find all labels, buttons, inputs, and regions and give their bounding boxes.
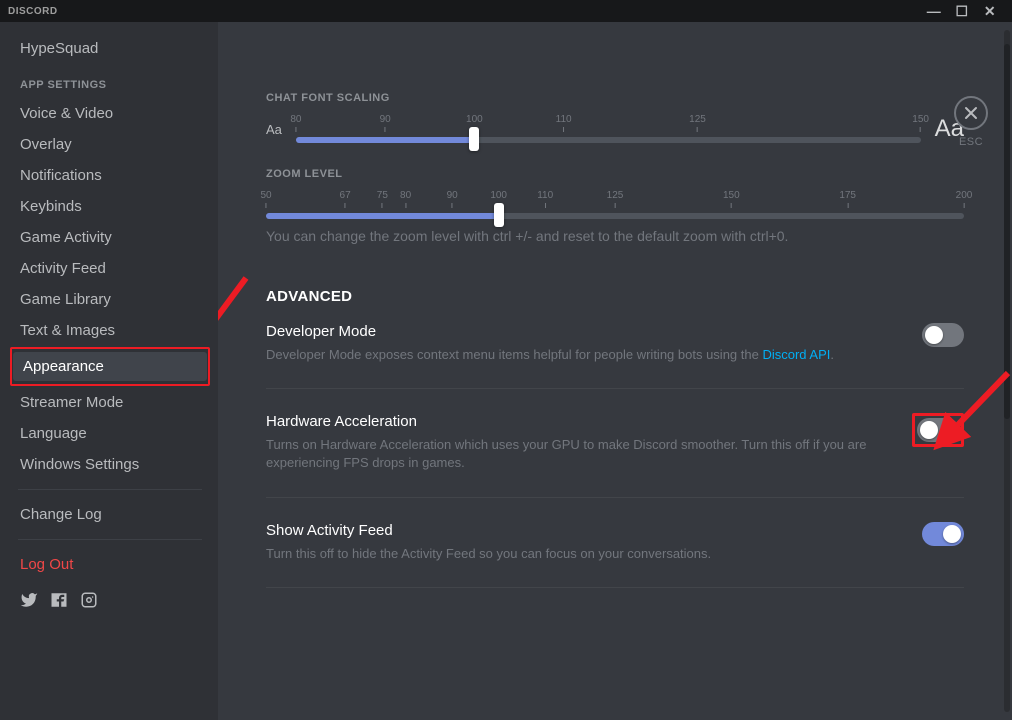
sidebar-item-game-activity[interactable]: Game Activity xyxy=(10,223,210,252)
chat-font-scaling-slider[interactable] xyxy=(296,134,921,144)
slider-tick: 125 xyxy=(607,190,624,208)
slider-tick: 67 xyxy=(340,190,351,208)
annotation-box-appearance: Appearance xyxy=(10,347,210,386)
sidebar-item-activity-feed[interactable]: Activity Feed xyxy=(10,254,210,283)
app-name: DISCORD xyxy=(8,6,58,17)
slider-tick: 200 xyxy=(956,190,973,208)
divider xyxy=(266,388,964,389)
window-minimize-icon[interactable]: — xyxy=(920,3,948,19)
sidebar-item-notifications[interactable]: Notifications xyxy=(10,161,210,190)
window-maximize-icon[interactable]: ☐ xyxy=(948,3,976,20)
chat-font-scaling-heading: CHAT FONT SCALING xyxy=(266,92,964,104)
title-bar: DISCORD — ☐ ✕ xyxy=(0,0,1012,22)
slider-tick: 50 xyxy=(260,190,271,208)
hardware-acceleration-title: Hardware Acceleration xyxy=(266,413,888,430)
sidebar-separator xyxy=(18,489,202,490)
instagram-icon[interactable] xyxy=(80,591,98,614)
show-activity-feed-toggle[interactable] xyxy=(922,522,964,546)
sidebar-item-log-out[interactable]: Log Out xyxy=(10,550,210,579)
discord-api-link[interactable]: Discord API xyxy=(762,347,830,362)
slider-thumb[interactable] xyxy=(494,203,504,227)
developer-mode-title: Developer Mode xyxy=(266,323,898,340)
close-settings-button[interactable] xyxy=(954,96,988,130)
close-settings-label: ESC xyxy=(954,136,988,148)
slider-tick: 75 xyxy=(377,190,388,208)
sidebar-item-language[interactable]: Language xyxy=(10,419,210,448)
sidebar-item-game-library[interactable]: Game Library xyxy=(10,285,210,314)
developer-mode-desc: Developer Mode exposes context menu item… xyxy=(266,346,898,364)
hardware-acceleration-desc: Turns on Hardware Acceleration which use… xyxy=(266,436,888,472)
font-preview-small: Aa xyxy=(266,122,282,137)
social-icons xyxy=(10,581,210,614)
sidebar-item-keybinds[interactable]: Keybinds xyxy=(10,192,210,221)
divider xyxy=(266,587,964,588)
sidebar-item-streamer-mode[interactable]: Streamer Mode xyxy=(10,388,210,417)
slider-tick: 110 xyxy=(537,190,553,208)
advanced-heading: ADVANCED xyxy=(266,288,964,305)
sidebar-item-windows-settings[interactable]: Windows Settings xyxy=(10,450,210,479)
sidebar-item-overlay[interactable]: Overlay xyxy=(10,130,210,159)
slider-tick: 150 xyxy=(912,114,929,132)
sidebar-item-appearance[interactable]: Appearance xyxy=(13,352,207,381)
slider-tick: 150 xyxy=(723,190,740,208)
slider-tick: 80 xyxy=(400,190,411,208)
divider xyxy=(266,497,964,498)
show-activity-feed-desc: Turn this off to hide the Activity Feed … xyxy=(266,545,898,563)
close-settings: ESC xyxy=(954,96,988,148)
settings-sidebar: HypeSquad APP SETTINGS Voice & Video Ove… xyxy=(0,22,218,720)
facebook-icon[interactable] xyxy=(50,591,68,614)
scrollbar-thumb[interactable] xyxy=(1004,44,1010,419)
sidebar-separator xyxy=(18,539,202,540)
close-icon xyxy=(963,105,979,121)
zoom-level-slider[interactable] xyxy=(266,210,964,220)
sidebar-item-voice-video[interactable]: Voice & Video xyxy=(10,99,210,128)
annotation-arrow-appearance xyxy=(218,272,258,387)
slider-tick: 90 xyxy=(447,190,458,208)
settings-content: ESC CHAT FONT SCALING Aa 809010011012515… xyxy=(218,22,1012,720)
sidebar-item-text-images[interactable]: Text & Images xyxy=(10,316,210,345)
zoom-helper-text: You can change the zoom level with ctrl … xyxy=(266,228,964,244)
sidebar-item-hypesquad[interactable]: HypeSquad xyxy=(10,34,210,63)
slider-thumb[interactable] xyxy=(469,127,479,151)
sidebar-heading-app-settings: APP SETTINGS xyxy=(10,65,210,97)
slider-tick: 90 xyxy=(380,114,391,132)
slider-tick: 175 xyxy=(839,190,856,208)
show-activity-feed-title: Show Activity Feed xyxy=(266,522,898,539)
slider-tick: 110 xyxy=(556,114,572,132)
slider-tick: 80 xyxy=(290,114,301,132)
twitter-icon[interactable] xyxy=(20,591,38,614)
window-close-icon[interactable]: ✕ xyxy=(976,3,1004,20)
annotation-box-hw-toggle xyxy=(912,413,964,447)
hardware-acceleration-toggle[interactable] xyxy=(917,418,959,442)
zoom-level-heading: ZOOM LEVEL xyxy=(266,168,964,180)
slider-tick: 125 xyxy=(689,114,706,132)
developer-mode-toggle[interactable] xyxy=(922,323,964,347)
sidebar-item-change-log[interactable]: Change Log xyxy=(10,500,210,529)
scrollbar[interactable] xyxy=(1004,30,1010,712)
